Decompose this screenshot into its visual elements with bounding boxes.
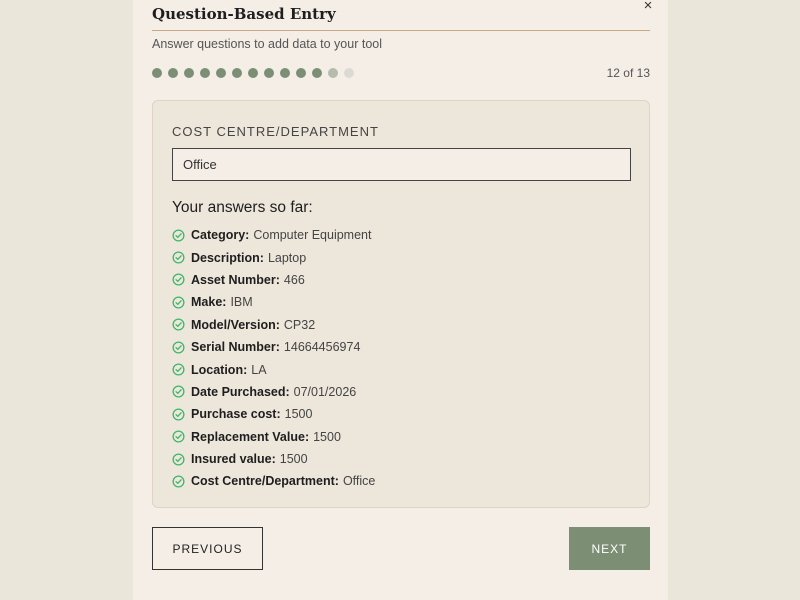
previous-button[interactable]: PREVIOUS — [152, 527, 263, 570]
check-circle-icon — [172, 341, 185, 354]
dialog-subtitle: Answer questions to add data to your too… — [152, 37, 383, 51]
answer-key: Replacement Value: — [191, 429, 310, 444]
check-circle-icon — [172, 385, 185, 398]
answer-value: 1500 — [279, 452, 308, 467]
progress-dot-4 — [200, 68, 210, 78]
answer-item: Asset Number: 466 — [172, 269, 375, 291]
progress-dot-12 — [328, 68, 338, 78]
answer-value: LA — [251, 362, 267, 377]
answer-item: Cost Centre/Department: Office — [172, 470, 375, 492]
progress-dot-1 — [152, 68, 162, 78]
progress-dot-7 — [248, 68, 258, 78]
progress-dot-5 — [216, 68, 226, 78]
question-entry-dialog: Question-Based Entry × Answer questions … — [133, 0, 668, 600]
answer-value: 1500 — [284, 407, 313, 422]
check-circle-icon — [172, 408, 185, 421]
answer-key: Purchase cost: — [191, 407, 281, 422]
answer-value: 14664456974 — [283, 340, 361, 355]
answer-key: Date Purchased: — [191, 384, 290, 399]
answer-value: Office — [342, 474, 376, 489]
answer-key: Category: — [191, 228, 250, 243]
question-label: COST CENTRE/DEPARTMENT — [172, 124, 379, 139]
close-icon[interactable]: × — [640, 0, 656, 14]
check-circle-icon — [172, 453, 185, 466]
answer-item: Description: Laptop — [172, 246, 375, 268]
answer-value: 1500 — [313, 429, 341, 444]
question-card: COST CENTRE/DEPARTMENT Your answers so f… — [152, 100, 650, 508]
answer-key: Model/Version: — [191, 317, 280, 332]
answer-item: Make: IBM — [172, 291, 375, 313]
progress-dot-9 — [280, 68, 290, 78]
answer-key: Make: — [191, 295, 227, 310]
answer-value: CP32 — [283, 317, 316, 332]
check-circle-icon — [172, 318, 185, 331]
check-circle-icon — [172, 229, 185, 242]
next-button[interactable]: NEXT — [569, 527, 650, 570]
answer-value: 466 — [283, 272, 305, 287]
progress-dot-10 — [296, 68, 306, 78]
answer-key: Cost Centre/Department: — [191, 474, 339, 489]
answer-item: Insured value: 1500 — [172, 448, 375, 470]
answer-item: Serial Number: 14664456974 — [172, 336, 375, 358]
answer-key: Insured value: — [191, 452, 276, 467]
check-circle-icon — [172, 296, 185, 309]
title-divider — [152, 30, 650, 31]
answer-input[interactable] — [172, 148, 631, 181]
answer-item: Model/Version: CP32 — [172, 314, 375, 336]
check-circle-icon — [172, 430, 185, 443]
answer-value: IBM — [230, 295, 253, 310]
answer-key: Asset Number: — [191, 272, 280, 287]
check-circle-icon — [172, 273, 185, 286]
answer-item: Purchase cost: 1500 — [172, 403, 375, 425]
answers-heading: Your answers so far: — [172, 199, 313, 216]
answer-item: Location: LA — [172, 358, 375, 380]
progress-dot-2 — [168, 68, 178, 78]
progress-dot-13 — [344, 68, 354, 78]
check-circle-icon — [172, 251, 185, 264]
progress-dot-3 — [184, 68, 194, 78]
answer-key: Description: — [191, 250, 264, 265]
answer-key: Location: — [191, 362, 248, 377]
check-circle-icon — [172, 475, 185, 488]
answers-list: Category: Computer Equipment Description: L… — [172, 224, 375, 493]
answer-value: Computer Equipment — [253, 228, 372, 243]
dialog-title: Question-Based Entry — [152, 5, 336, 23]
progress-dot-6 — [232, 68, 242, 78]
answer-value: Laptop — [267, 250, 307, 265]
check-circle-icon — [172, 363, 185, 376]
answer-item: Replacement Value: 1500 — [172, 426, 375, 448]
progress-dot-8 — [264, 68, 274, 78]
progress-dots — [152, 68, 354, 78]
answer-value: 07/01/2026 — [293, 384, 357, 399]
answer-item: Category: Computer Equipment — [172, 224, 375, 246]
answer-item: Date Purchased: 07/01/2026 — [172, 381, 375, 403]
answer-key: Serial Number: — [191, 340, 280, 355]
progress-label: 12 of 13 — [606, 66, 650, 80]
progress-dot-11 — [312, 68, 322, 78]
